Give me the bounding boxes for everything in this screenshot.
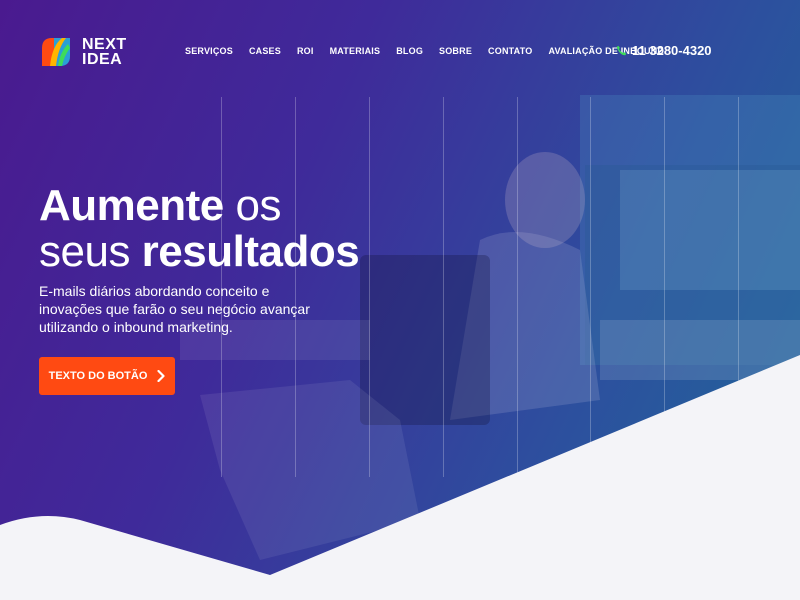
logo-icon bbox=[42, 38, 70, 66]
headline-bold-2: resultados bbox=[141, 227, 360, 276]
phone-icon bbox=[616, 45, 627, 56]
nav-item-servicos[interactable]: SERVIÇOS bbox=[185, 46, 233, 56]
headline-light-1: os bbox=[223, 181, 281, 230]
hero-section: NEXT IDEA SERVIÇOS CASES ROI MATERIAIS B… bbox=[0, 0, 800, 600]
brand-name-line1: NEXT bbox=[82, 36, 127, 53]
nav-item-contato[interactable]: CONTATO bbox=[488, 46, 532, 56]
nav-item-materiais[interactable]: MATERIAIS bbox=[330, 46, 381, 56]
phone-number: 11 3280-4320 bbox=[632, 43, 712, 58]
headline-light-2: seus bbox=[39, 227, 142, 276]
nav-item-blog[interactable]: BLOG bbox=[396, 46, 423, 56]
top-navigation: NEXT IDEA SERVIÇOS CASES ROI MATERIAIS B… bbox=[0, 0, 800, 100]
nav-item-sobre[interactable]: SOBRE bbox=[439, 46, 472, 56]
brand-name: NEXT IDEA bbox=[82, 36, 127, 68]
phone-link[interactable]: 11 3280-4320 bbox=[616, 43, 712, 58]
brand-name-line2: IDEA bbox=[82, 51, 123, 68]
nav-item-roi[interactable]: ROI bbox=[297, 46, 314, 56]
cta-button[interactable]: TEXTO DO BOTÃO bbox=[39, 357, 175, 395]
hero-headline: Aumente os seus resultados bbox=[39, 181, 360, 276]
hero-subtext: E-mails diários abordando conceito e ino… bbox=[39, 283, 310, 335]
brand-logo[interactable]: NEXT IDEA bbox=[38, 34, 148, 70]
nav-item-cases[interactable]: CASES bbox=[249, 46, 281, 56]
headline-bold-1: Aumente bbox=[39, 181, 224, 230]
chevron-right-icon bbox=[157, 370, 166, 382]
cta-label: TEXTO DO BOTÃO bbox=[48, 370, 148, 382]
main-menu: SERVIÇOS CASES ROI MATERIAIS BLOG SOBRE … bbox=[185, 46, 680, 56]
